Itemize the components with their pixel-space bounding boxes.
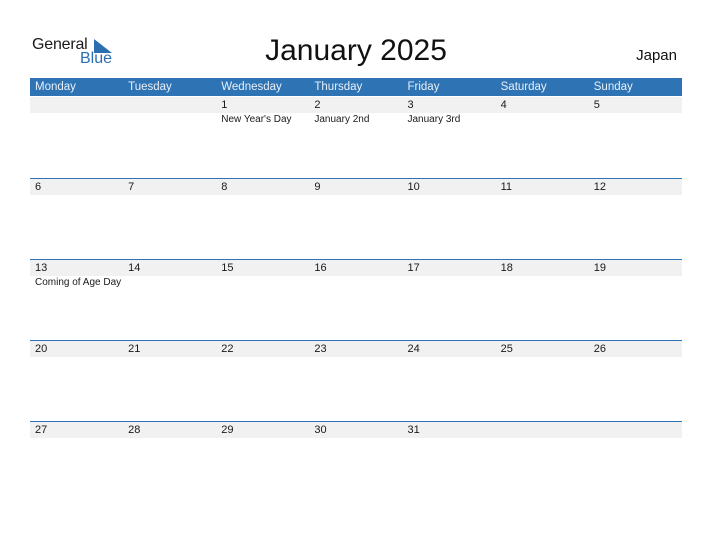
day-number: 4 (500, 99, 507, 111)
week-row: 20 21 22 23 24 25 26 (30, 340, 682, 421)
holiday-label (496, 113, 589, 127)
day-number (589, 422, 682, 438)
day-number-row: 6 7 8 9 10 11 12 (30, 179, 682, 195)
holiday-label (589, 276, 682, 290)
day-number: 1 (221, 99, 228, 111)
day-number-row: 13 14 15 16 17 18 19 (30, 260, 682, 276)
holiday-label: January 3rd (407, 114, 461, 125)
day-number: 17 (407, 262, 420, 274)
day-number: 20 (35, 343, 48, 355)
day-number: 3 (407, 99, 414, 111)
day-number: 2 (314, 99, 321, 111)
holiday-label (589, 113, 682, 127)
day-number-row: 1 2 3 4 5 (30, 97, 682, 113)
weekday-thursday: Thursday (314, 81, 363, 93)
day-number: 26 (593, 343, 606, 355)
day-number: 10 (407, 181, 420, 193)
week-row: 6 7 8 9 10 11 12 (30, 178, 682, 259)
day-number: 19 (593, 262, 606, 274)
day-number: 15 (221, 262, 234, 274)
weekday-saturday: Saturday (500, 81, 547, 93)
day-number: 27 (35, 424, 48, 436)
weekday-monday: Monday (35, 81, 76, 93)
day-number: 14 (128, 262, 141, 274)
holiday-label: January 2nd (314, 114, 370, 125)
day-number (30, 97, 123, 113)
weekday-header: Monday Tuesday Wednesday Thursday Friday… (30, 78, 682, 96)
week-row: 1 2 3 4 5 New Year's Day January 2nd January 3r… (30, 97, 682, 177)
day-number: 31 (407, 424, 420, 436)
holiday-label (216, 276, 309, 290)
day-number: 7 (128, 181, 135, 193)
calendar-title: January 2025 (265, 34, 447, 67)
day-number-row: 20 21 22 23 24 25 26 (30, 341, 682, 357)
event-row: Coming of Age Day (30, 276, 682, 290)
day-number: 28 (128, 424, 141, 436)
holiday-label (30, 113, 123, 127)
day-number: 22 (221, 343, 234, 355)
weekday-wednesday: Wednesday (221, 81, 282, 93)
day-number: 30 (314, 424, 327, 436)
holiday-label: New Year's Day (221, 114, 292, 125)
day-number: 8 (221, 181, 228, 193)
holiday-label (496, 276, 589, 290)
day-number (123, 97, 216, 113)
day-number-row: 27 28 29 30 31 (30, 422, 682, 438)
day-number: 5 (593, 99, 600, 111)
day-number: 29 (221, 424, 234, 436)
week-row: 27 28 29 30 31 (30, 421, 682, 502)
holiday-label (123, 276, 216, 290)
holiday-label (309, 276, 402, 290)
weekday-sunday: Sunday (593, 81, 633, 93)
weekday-friday: Friday (407, 81, 440, 93)
day-number: 23 (314, 343, 327, 355)
day-number: 11 (500, 181, 513, 193)
country-label: Japan (636, 47, 677, 64)
day-number (496, 422, 589, 438)
day-number: 13 (35, 262, 48, 274)
day-number: 12 (593, 181, 606, 193)
day-number: 16 (314, 262, 327, 274)
holiday-label (123, 113, 216, 127)
day-number: 25 (500, 343, 513, 355)
day-number: 21 (128, 343, 141, 355)
day-number: 9 (314, 181, 321, 193)
holiday-label: Coming of Age Day (35, 277, 122, 288)
day-number: 6 (35, 181, 42, 193)
weekday-tuesday: Tuesday (128, 81, 172, 93)
event-row: New Year's Day January 2nd January 3rd (30, 113, 682, 127)
day-number: 24 (407, 343, 420, 355)
day-number: 18 (500, 262, 513, 274)
week-row: 13 14 15 16 17 18 19 Coming of Age Day (30, 259, 682, 340)
holiday-label (403, 276, 496, 290)
